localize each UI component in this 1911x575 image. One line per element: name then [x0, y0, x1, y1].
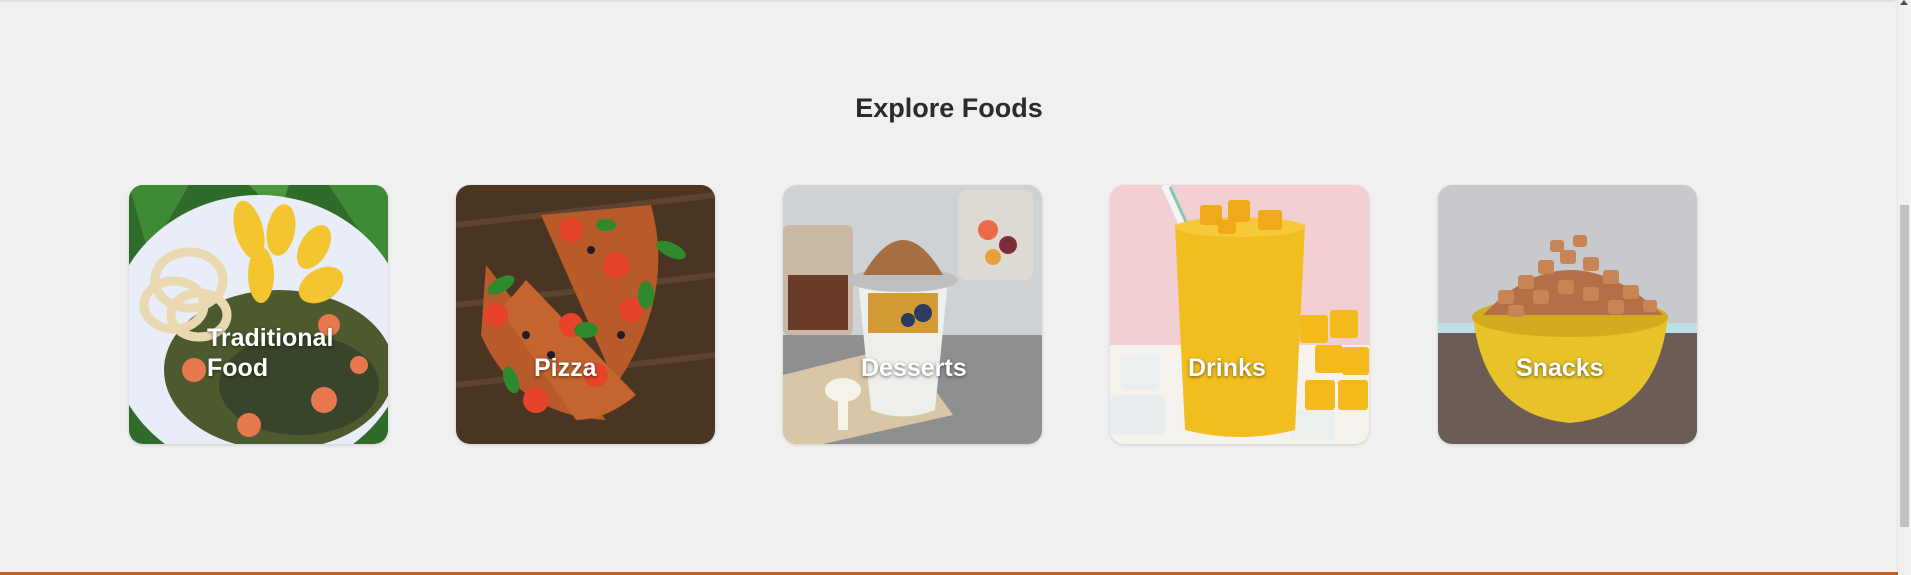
scroll-up-arrow-icon[interactable]	[1900, 0, 1908, 5]
category-card-traditional-food[interactable]: Traditional Food	[129, 185, 388, 444]
scrollbar-thumb[interactable]	[1900, 205, 1909, 527]
top-divider	[0, 0, 1895, 2]
desserts-image	[783, 185, 1042, 444]
section-title: Explore Foods	[855, 93, 1043, 123]
snacks-image	[1438, 185, 1697, 444]
drinks-image	[1110, 185, 1369, 444]
category-label: Pizza	[534, 354, 597, 382]
category-card-desserts[interactable]: Desserts	[783, 185, 1042, 444]
category-label: Desserts	[861, 354, 967, 382]
explore-foods-page: Explore Foods Traditional Food Pizza Des…	[0, 0, 1911, 575]
pizza-image	[456, 185, 715, 444]
category-label: Drinks	[1188, 354, 1266, 382]
category-card-snacks[interactable]: Snacks	[1438, 185, 1697, 444]
vertical-scrollbar[interactable]	[1897, 0, 1911, 575]
category-card-drinks[interactable]: Drinks	[1110, 185, 1369, 444]
category-label: Snacks	[1516, 354, 1604, 382]
category-card-pizza[interactable]: Pizza	[456, 185, 715, 444]
traditional-food-image	[129, 185, 388, 444]
category-label: Traditional Food	[207, 324, 334, 382]
